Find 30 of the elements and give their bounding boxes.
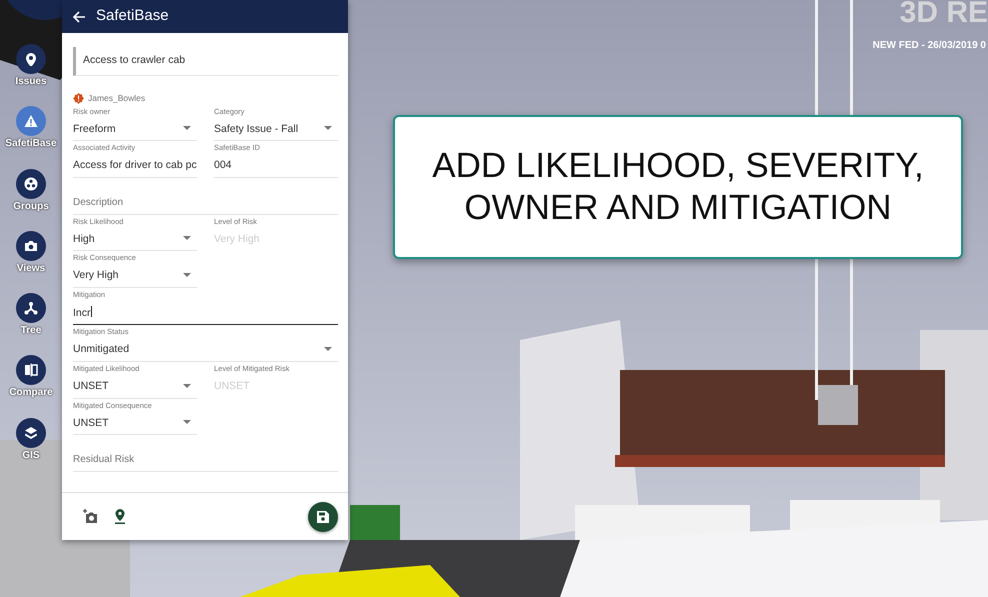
save-button[interactable]	[308, 502, 338, 532]
add-photo-button[interactable]	[82, 509, 98, 524]
alert-badge-icon	[73, 92, 84, 104]
groups-icon	[24, 176, 38, 191]
callout-text: ADD LIKELIHOOD, SEVERITY,	[432, 145, 924, 187]
caret-icon	[324, 347, 332, 352]
caret-icon	[183, 420, 191, 424]
viewer-title: 3D RE	[900, 0, 988, 31]
caret-icon	[183, 272, 191, 277]
callout-text: OWNER AND MITIGATION	[464, 187, 892, 229]
camera-plus-icon	[82, 509, 98, 524]
pin-icon	[24, 52, 38, 66]
pin-icon	[114, 509, 126, 524]
back-arrow-icon	[72, 10, 86, 24]
caret-icon	[183, 126, 191, 130]
warning-icon	[24, 114, 38, 128]
save-icon	[317, 510, 329, 522]
panel-title: SafetiBase	[96, 6, 169, 26]
name-field[interactable]: Access to crawler cab	[73, 47, 338, 76]
camera-icon	[24, 238, 38, 253]
revision-label: NEW FED - 26/03/2019 0	[872, 39, 986, 53]
compare-icon	[24, 363, 38, 378]
location-button[interactable]	[114, 509, 126, 524]
tree-icon	[24, 301, 38, 316]
caret-icon	[324, 126, 332, 130]
author-name: James_Bowles	[88, 92, 146, 104]
layers-icon	[24, 426, 38, 440]
caret-icon	[183, 384, 191, 388]
back-button[interactable]	[72, 10, 86, 24]
caret-icon	[183, 236, 191, 240]
